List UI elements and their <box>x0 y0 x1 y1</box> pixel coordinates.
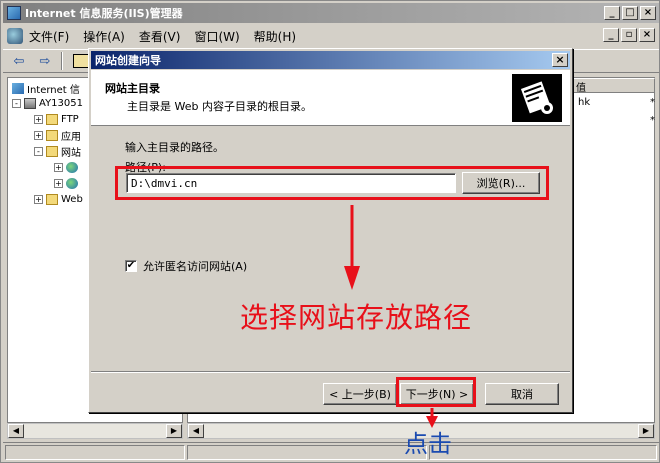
instruction-annotation: 选择网站存放路径 <box>240 301 473 334</box>
click-annotation: 点击 <box>404 430 452 458</box>
annotation-arrows <box>344 205 438 428</box>
